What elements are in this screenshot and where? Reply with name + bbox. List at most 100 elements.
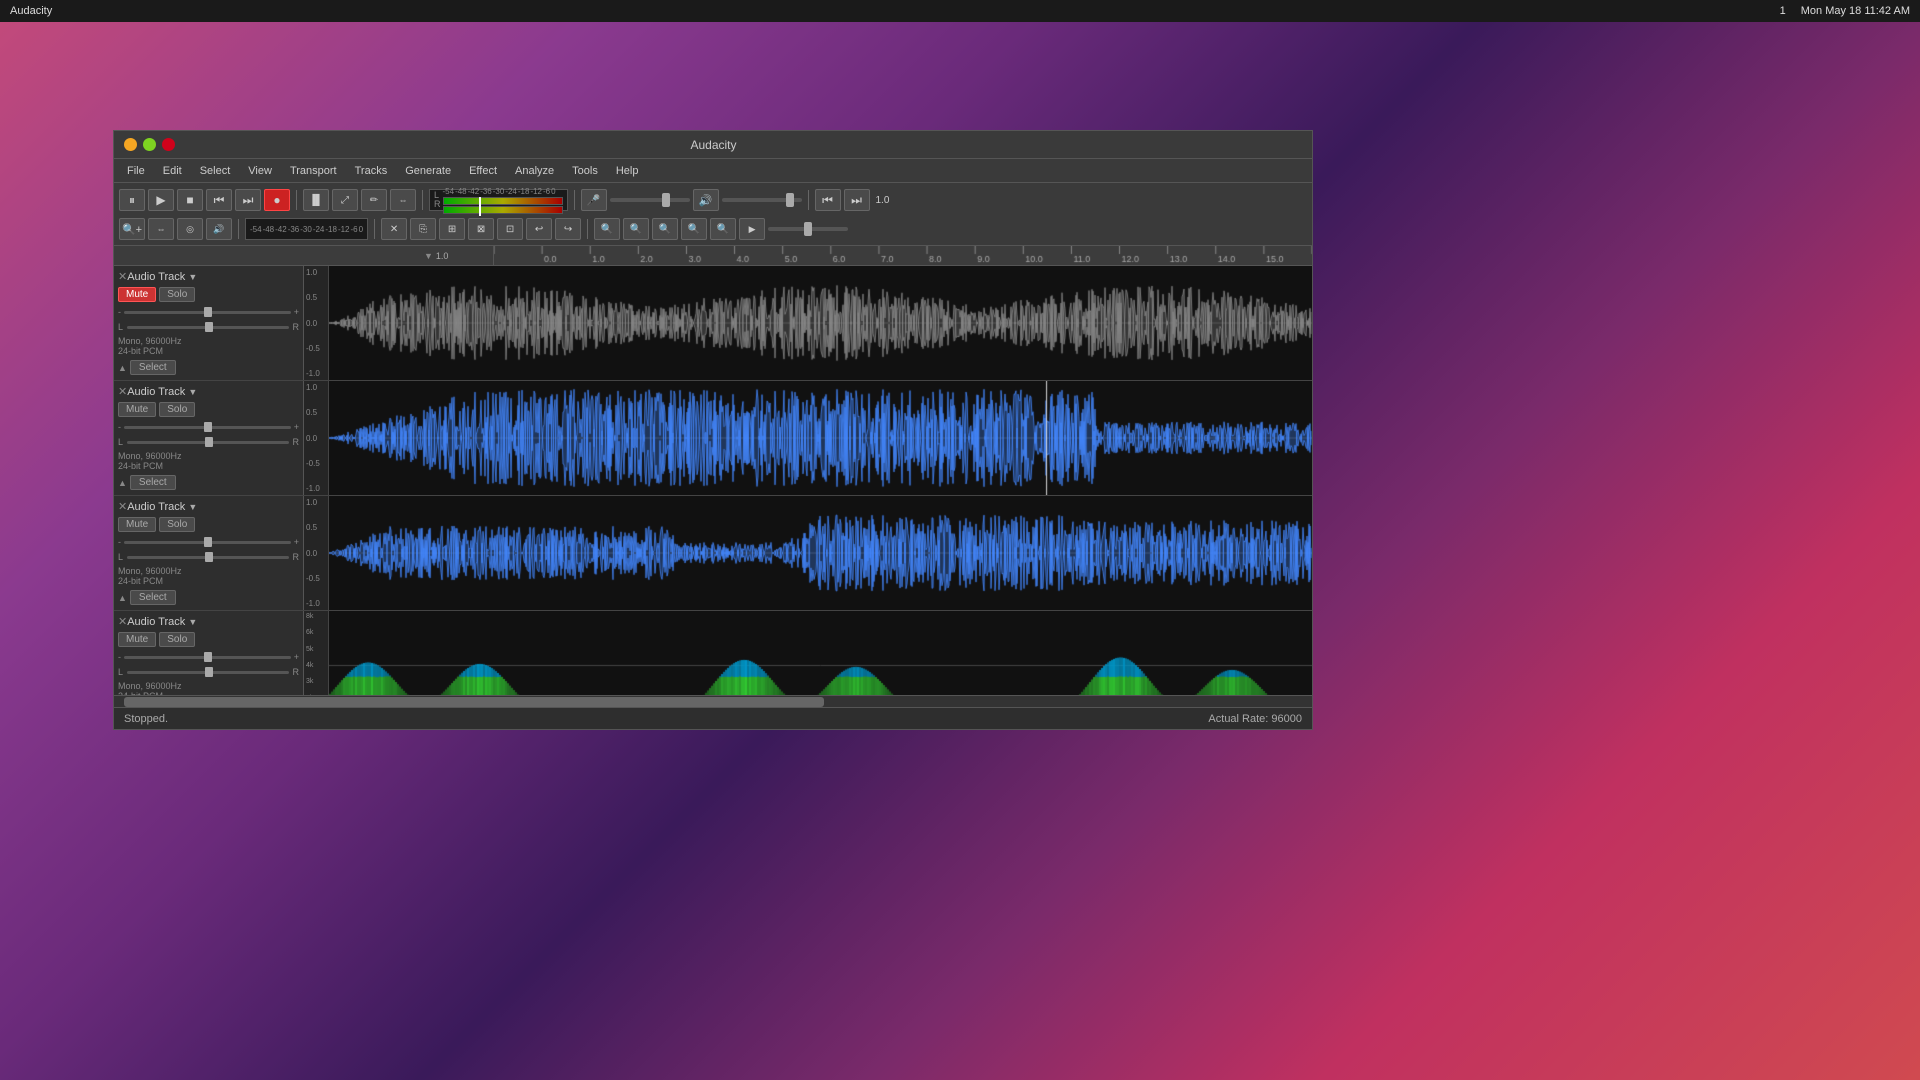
track-4-info: Mono, 96000Hz24-bit PCM <box>118 681 299 695</box>
track-3-select-button[interactable]: Select <box>130 590 176 605</box>
undo-btn[interactable]: ↩ <box>526 218 552 240</box>
track-3-gain-label: - <box>118 537 121 547</box>
menu-view[interactable]: View <box>240 163 280 179</box>
track-3-pan-slider[interactable] <box>127 551 288 563</box>
track-4-header: ✕ Audio Track ▼ <box>118 615 299 628</box>
output-gain-slider[interactable] <box>722 198 802 202</box>
track-3-controls: ✕ Audio Track ▼ Mute Solo - <box>114 496 304 610</box>
close-button[interactable] <box>162 138 175 151</box>
silence-btn[interactable]: ⊡ <box>497 218 523 240</box>
track-4-close[interactable]: ✕ <box>118 615 127 628</box>
track-3-collapse[interactable]: ▲ <box>118 593 127 603</box>
play-button[interactable]: ▶ <box>148 189 174 211</box>
menu-transport[interactable]: Transport <box>282 163 345 179</box>
zoom-in-btn[interactable]: 🔍+ <box>119 218 145 240</box>
track-2-close[interactable]: ✕ <box>118 385 127 398</box>
track-1-close[interactable]: ✕ <box>118 270 127 283</box>
track-2-waveform: 1.0 0.5 0.0 -0.5 -1.0 <box>304 381 1312 495</box>
track-1-gain-slider[interactable] <box>124 306 291 318</box>
track-1-solo-button[interactable]: Solo <box>159 287 195 302</box>
track-2-collapse[interactable]: ▲ <box>118 478 127 488</box>
track-2-pan-row: L R <box>118 436 299 448</box>
menu-tracks[interactable]: Tracks <box>347 163 396 179</box>
track-3-dropdown[interactable]: ▼ <box>188 502 197 512</box>
track-2-mute-button[interactable]: Mute <box>118 402 156 417</box>
track-1-mute-button[interactable]: Mute <box>118 287 156 302</box>
next-track[interactable]: ⏭ <box>844 189 870 211</box>
track-2-gain-label: - <box>118 422 121 432</box>
zoom-sel[interactable]: 🔍 <box>681 218 707 240</box>
menu-analyze[interactable]: Analyze <box>507 163 562 179</box>
track-4-gain-slider[interactable] <box>124 651 291 663</box>
track-2-dropdown[interactable]: ▼ <box>188 387 197 397</box>
track-4-scale: 8k 6k 5k 4k 3k 2k 0k <box>304 611 329 695</box>
select-tool[interactable]: ▐▌ <box>303 189 329 211</box>
draw-tool[interactable]: ✏ <box>361 189 387 211</box>
menu-tools[interactable]: Tools <box>564 163 606 179</box>
mic-button[interactable]: 🎤 <box>581 189 607 211</box>
maximize-button[interactable] <box>143 138 156 151</box>
track-2-controls: ✕ Audio Track ▼ Mute Solo - <box>114 381 304 495</box>
track-2-pan-slider[interactable] <box>127 436 288 448</box>
track-1-pan-slider[interactable] <box>127 321 288 333</box>
fit-track-btn[interactable]: 🔊 <box>206 218 232 240</box>
menu-edit[interactable]: Edit <box>155 163 190 179</box>
zoom-out-2[interactable]: 🔍 <box>652 218 678 240</box>
track-4-mute-button[interactable]: Mute <box>118 632 156 647</box>
track-3-gain-slider[interactable] <box>124 536 291 548</box>
fit-project-btn[interactable]: ◎ <box>177 218 203 240</box>
track-4-solo-button[interactable]: Solo <box>159 632 195 647</box>
track-3-close[interactable]: ✕ <box>118 500 127 513</box>
track-3-waveform: 1.0 0.5 0.0 -0.5 -1.0 <box>304 496 1312 610</box>
menu-help[interactable]: Help <box>608 163 647 179</box>
track-1-pan-l: L <box>118 322 123 332</box>
track-3-mute-button[interactable]: Mute <box>118 517 156 532</box>
minimize-button[interactable] <box>124 138 137 151</box>
window-controls[interactable] <box>124 138 175 151</box>
track-3-gain-plus: + <box>294 537 299 547</box>
zoom-fit[interactable]: 🔍 <box>710 218 736 240</box>
skip-start-button[interactable]: ⏮ <box>206 189 232 211</box>
envelope-tool[interactable]: ⤢ <box>332 189 358 211</box>
play-speed-slider[interactable] <box>768 227 848 231</box>
track-2-select-button[interactable]: Select <box>130 475 176 490</box>
menu-effect[interactable]: Effect <box>461 163 505 179</box>
track-3-pan-r: R <box>293 552 300 562</box>
stop-button[interactable]: ■ <box>177 189 203 211</box>
h-scrollbar-thumb[interactable] <box>124 697 824 707</box>
track-1-dropdown[interactable]: ▼ <box>188 272 197 282</box>
play-speed-btn[interactable]: ▶ <box>739 218 765 240</box>
lr-label: LR <box>434 191 441 209</box>
main-window: Audacity File Edit Select View Transport… <box>113 130 1313 730</box>
trim-btn[interactable]: ⊠ <box>468 218 494 240</box>
zoom-tool[interactable]: ⇔ <box>390 189 416 211</box>
paste-btn[interactable]: ⊞ <box>439 218 465 240</box>
cut-btn[interactable]: ✕ <box>381 218 407 240</box>
track-3-solo-button[interactable]: Solo <box>159 517 195 532</box>
zoom-normal[interactable]: 🔍 <box>623 218 649 240</box>
copy-btn[interactable]: ⎘ <box>410 218 436 240</box>
track-4-pan-slider[interactable] <box>127 666 288 678</box>
zoom-in-2[interactable]: 🔍 <box>594 218 620 240</box>
toolbar-separator-3 <box>574 190 575 210</box>
menu-generate[interactable]: Generate <box>397 163 459 179</box>
menu-file[interactable]: File <box>119 163 153 179</box>
redo-btn[interactable]: ↪ <box>555 218 581 240</box>
speaker-button[interactable]: 🔊 <box>693 189 719 211</box>
track-2-gain-slider[interactable] <box>124 421 291 433</box>
track-2-solo-button[interactable]: Solo <box>159 402 195 417</box>
track-2-select-row: ▲ Select <box>118 475 299 490</box>
zoom-out-btn[interactable]: ⇔ <box>148 218 174 240</box>
prev-track[interactable]: ⏮ <box>815 189 841 211</box>
track-1-select-button[interactable]: Select <box>130 360 176 375</box>
skip-end-button[interactable]: ⏭ <box>235 189 261 211</box>
pause-button[interactable]: ⏸ <box>119 189 145 211</box>
input-gain-slider[interactable] <box>610 198 690 202</box>
record-button[interactable]: ● <box>264 189 290 211</box>
h-scrollbar[interactable] <box>114 695 1312 707</box>
track-1-collapse[interactable]: ▲ <box>118 363 127 373</box>
menu-select[interactable]: Select <box>192 163 239 179</box>
status-message: Stopped. <box>124 713 168 725</box>
track-4-dropdown[interactable]: ▼ <box>188 617 197 627</box>
track-3-mute-solo: Mute Solo <box>118 517 299 532</box>
